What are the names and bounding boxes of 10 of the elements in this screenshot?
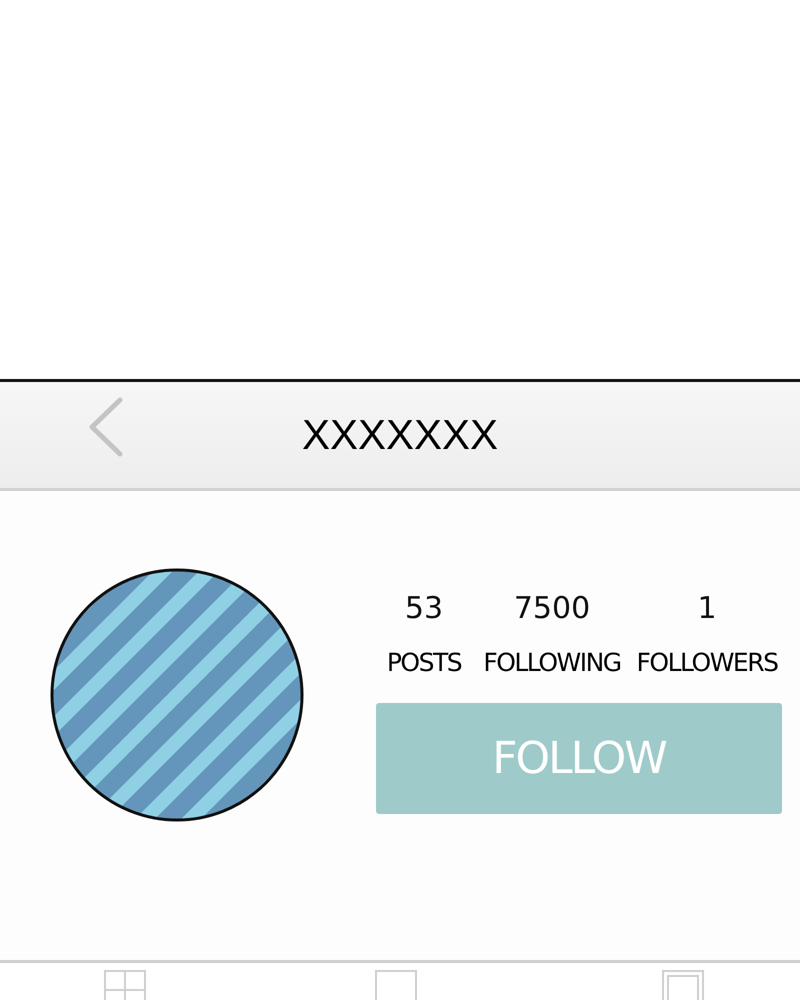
stat-count: 7500	[514, 590, 590, 628]
stat-label: FOLLOWING	[483, 647, 621, 679]
grid-icon[interactable]	[104, 970, 146, 1000]
follow-button[interactable]: FOLLOW	[376, 703, 782, 814]
stat-count: 53	[404, 590, 444, 628]
stat-label: POSTS	[386, 647, 462, 679]
stacked-squares-icon[interactable]	[662, 970, 704, 1000]
stat-label: FOLLOWERS	[636, 647, 778, 679]
profile-title: XXXXXXX	[302, 411, 498, 459]
stat-count: 1	[697, 590, 717, 628]
